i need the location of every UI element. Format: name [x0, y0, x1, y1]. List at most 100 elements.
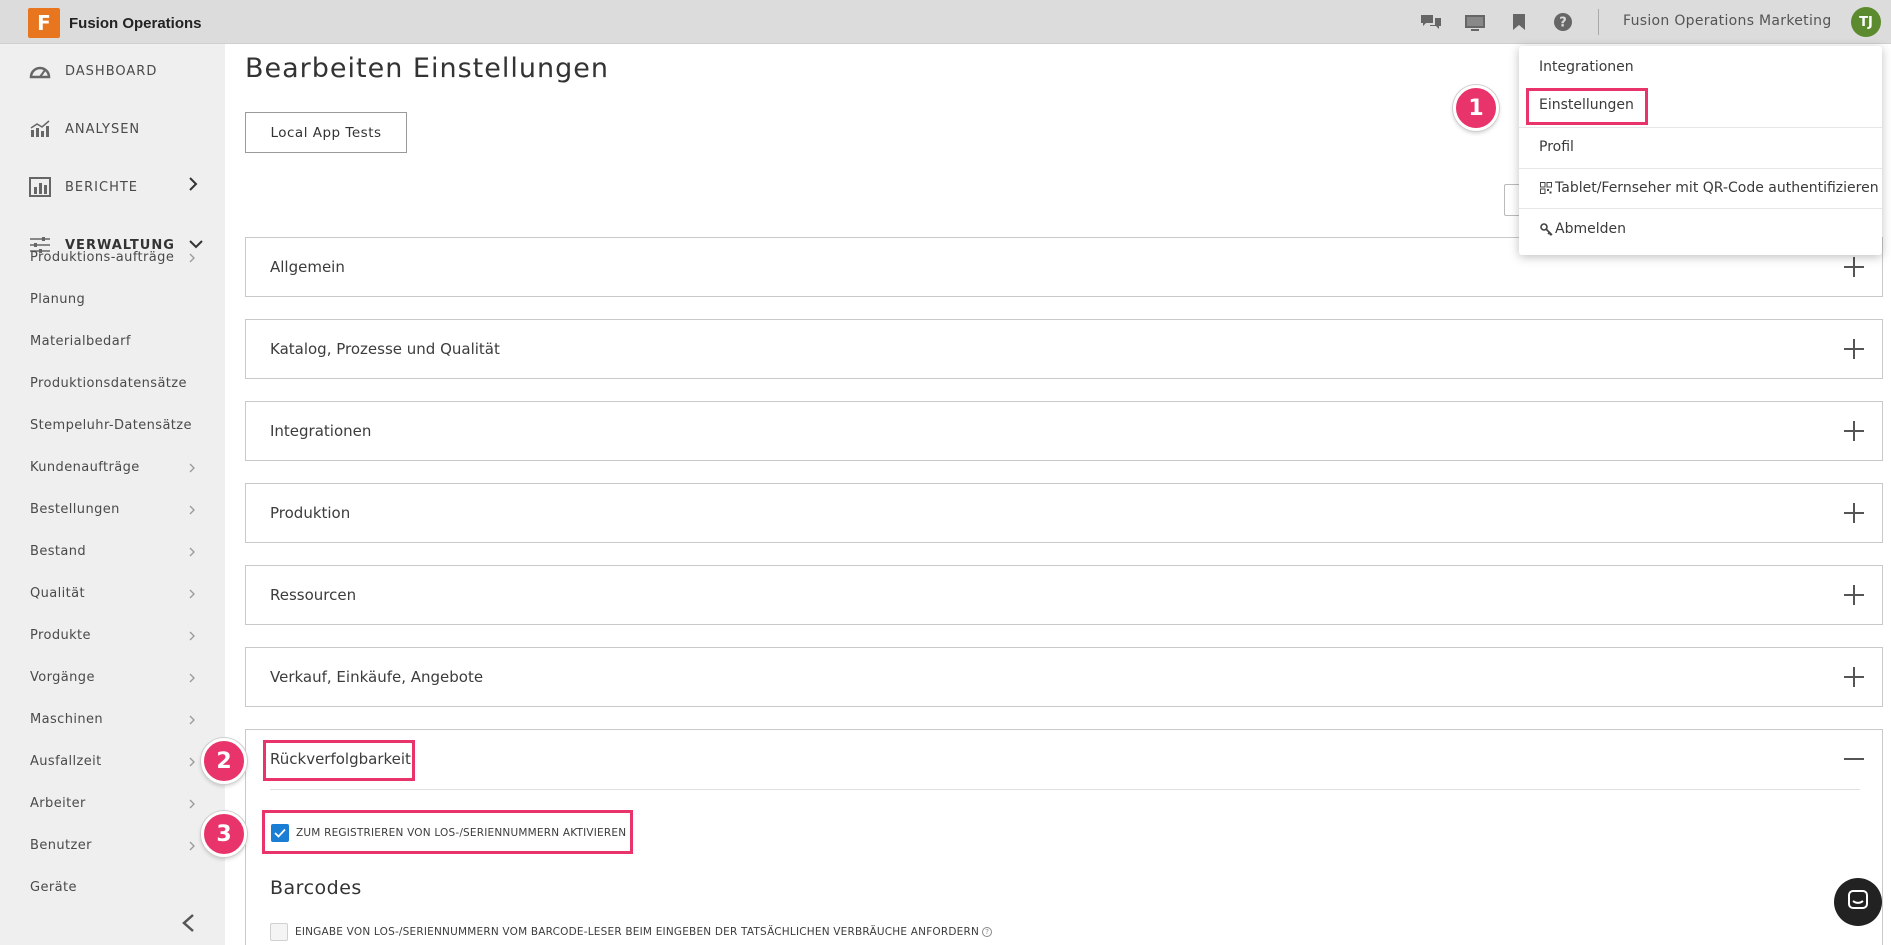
accordion-title: Katalog, Prozesse und Qualität [270, 340, 500, 358]
chevron-right-icon[interactable] [189, 840, 196, 854]
sidebar-subitem[interactable]: Produkte [30, 628, 91, 643]
expand-plus-icon[interactable] [1844, 339, 1864, 359]
org-name[interactable]: Fusion Operations Marketing [1623, 13, 1832, 29]
chevron-right-icon[interactable] [189, 672, 196, 686]
menu-divider [1519, 127, 1882, 128]
step-badge-2: 2 [201, 738, 247, 784]
sidebar-subitem[interactable]: Maschinen [30, 712, 103, 727]
top-icons: ? [1420, 11, 1596, 33]
key-icon [1539, 222, 1553, 236]
barcode-require-label: EINGABE VON LOS-/SERIENNUMMERN VOM BARCO… [295, 926, 980, 938]
sidebar-subitem[interactable]: Arbeiter [30, 796, 86, 811]
topbar-separator [1598, 9, 1599, 35]
top-bar: F Fusion Operations ? Fusion Operations … [0, 0, 1891, 44]
sidebar-item-dashboard[interactable]: DASHBOARD [28, 59, 157, 83]
brand[interactable]: F Fusion Operations [28, 8, 202, 38]
highlight-rueckverfolgbarkeit [263, 740, 415, 781]
sidebar-subitem[interactable]: Produktionsdatensätze [30, 376, 187, 391]
barcodes-heading: Barcodes [270, 877, 362, 899]
menu-item-abmelden[interactable]: Abmelden [1539, 221, 1626, 237]
chevron-right-icon[interactable] [189, 588, 196, 602]
expand-plus-icon[interactable] [1844, 585, 1864, 605]
sidebar-subitem[interactable]: Ausfallzeit [30, 754, 102, 769]
accordion-title: Ressourcen [270, 586, 357, 604]
menu-divider [1519, 168, 1882, 169]
tv-icon[interactable] [1464, 11, 1486, 33]
user-menu-dropdown: Integrationen Einstellungen Profil Table… [1519, 46, 1882, 255]
sidebar-subitem[interactable]: Benutzer [30, 838, 92, 853]
accordion-title: Integrationen [270, 422, 372, 440]
analytics-chart-icon [28, 118, 52, 140]
partially-hidden-button[interactable] [1504, 184, 1520, 216]
menu-item-integrationen[interactable]: Integrationen [1539, 59, 1634, 75]
sidebar-item-label: ANALYSEN [65, 121, 141, 137]
page-title: Bearbeiten Einstellungen [245, 53, 609, 84]
chevron-right-icon[interactable] [189, 252, 196, 266]
chat-bubble-icon [1846, 888, 1870, 916]
sidebar-subitem[interactable]: Stempeluhr-Datensätze [30, 418, 192, 433]
sidebar-subitem[interactable]: Materialbedarf [30, 334, 131, 349]
menu-item-label: Abmelden [1555, 221, 1626, 237]
barcode-require-checkbox[interactable] [270, 923, 288, 941]
chat-launcher-button[interactable] [1834, 878, 1882, 926]
sidebar-subitem[interactable]: Kundenaufträge [30, 460, 140, 475]
expand-plus-icon[interactable] [1844, 257, 1864, 277]
qr-code-icon [1539, 181, 1553, 195]
chevron-right-icon[interactable] [189, 630, 196, 644]
accordion-section[interactable]: Katalog, Prozesse und Qualität [245, 319, 1883, 379]
accordion-title: Allgemein [270, 258, 345, 276]
chevron-right-icon[interactable] [189, 546, 196, 560]
chevron-down-icon[interactable] [189, 237, 203, 253]
collapse-minus-icon[interactable] [1844, 758, 1864, 760]
help-icon[interactable]: ? [1552, 11, 1574, 33]
help-circle-icon[interactable]: ? [982, 927, 993, 937]
sidebar-subitem[interactable]: Produktions-aufträge [30, 250, 174, 265]
chevron-right-icon[interactable] [189, 504, 196, 518]
expand-plus-icon[interactable] [1844, 421, 1864, 441]
brand-name: Fusion Operations [69, 14, 202, 32]
sidebar-item-analysen[interactable]: ANALYSEN [28, 117, 140, 141]
highlight-einstellungen [1526, 88, 1648, 125]
accordion-section[interactable]: Integrationen [245, 401, 1883, 461]
divider [270, 789, 1860, 790]
chevron-right-icon[interactable] [189, 462, 196, 476]
step-badge-3: 3 [201, 811, 247, 857]
barcode-require-row: EINGABE VON LOS-/SERIENNUMMERN VOM BARCO… [270, 923, 993, 941]
expand-plus-icon[interactable] [1844, 667, 1864, 687]
dashboard-gauge-icon [28, 60, 52, 82]
sidebar: DASHBOARD ANALYSEN BERICHTE VERWALTUNG P… [0, 44, 225, 945]
chevron-right-icon[interactable] [189, 714, 196, 728]
menu-item-label: Tablet/Fernseher mit QR-Code authentifiz… [1555, 180, 1879, 196]
avatar[interactable]: TJ [1851, 7, 1881, 37]
accordion-title: Produktion [270, 504, 351, 522]
chevron-right-icon[interactable] [188, 177, 198, 195]
accordion-section[interactable]: Verkauf, Einkäufe, Angebote [245, 647, 1883, 707]
step-badge-1: 1 [1453, 85, 1499, 131]
sidebar-subitem[interactable]: Vorgänge [30, 670, 95, 685]
collapse-sidebar-icon[interactable] [180, 913, 196, 939]
bookmark-icon[interactable] [1508, 11, 1530, 33]
local-app-tests-button[interactable]: Local App Tests [245, 112, 407, 153]
highlight-enable-serial-numbers [262, 810, 633, 854]
accordion-section[interactable]: Ressourcen [245, 565, 1883, 625]
menu-item-qr-auth[interactable]: Tablet/Fernseher mit QR-Code authentifiz… [1539, 180, 1879, 196]
chevron-right-icon[interactable] [189, 756, 196, 770]
accordion-title: Verkauf, Einkäufe, Angebote [270, 668, 484, 686]
chevron-right-icon[interactable] [189, 798, 196, 812]
sidebar-subitem[interactable]: Bestand [30, 544, 86, 559]
brand-logo: F [28, 8, 60, 38]
svg-text:?: ? [1559, 16, 1567, 31]
reports-bar-icon [28, 176, 52, 198]
sidebar-subitem[interactable]: Bestellungen [30, 502, 120, 517]
chat-icon[interactable] [1420, 11, 1442, 33]
sidebar-item-label: BERICHTE [65, 179, 139, 195]
sidebar-item-berichte[interactable]: BERICHTE [28, 175, 138, 199]
expand-plus-icon[interactable] [1844, 503, 1864, 523]
menu-item-profil[interactable]: Profil [1539, 139, 1574, 155]
sidebar-subitem[interactable]: Planung [30, 292, 85, 307]
menu-divider [1519, 208, 1882, 209]
sidebar-subitem[interactable]: Qualität [30, 586, 85, 601]
sidebar-subitem[interactable]: Geräte [30, 880, 77, 895]
accordion-section[interactable]: Produktion [245, 483, 1883, 543]
sidebar-item-label: DASHBOARD [65, 63, 158, 79]
